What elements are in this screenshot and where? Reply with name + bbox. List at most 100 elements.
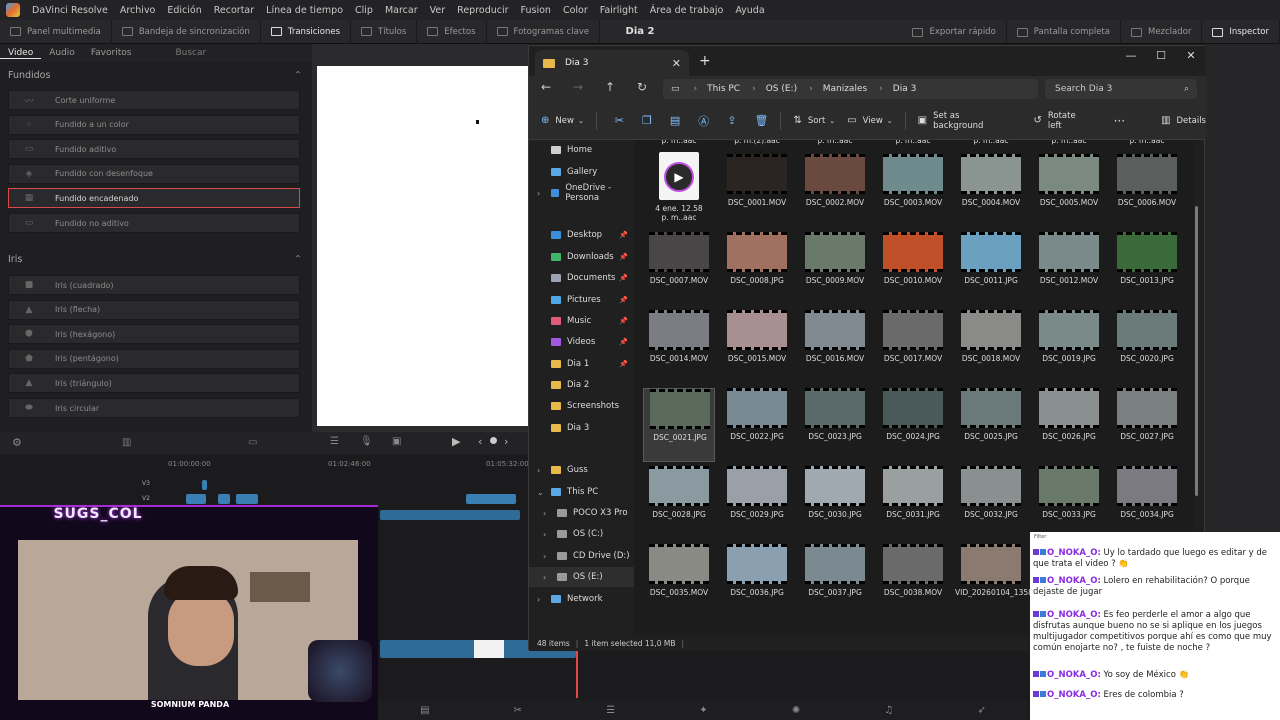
file-item[interactable]: DSC_0035.MOV bbox=[643, 544, 715, 618]
file-item[interactable]: DSC_0031.JPG bbox=[877, 466, 949, 540]
file-item[interactable]: DSC_0020.JPG bbox=[1111, 310, 1183, 384]
nav-item[interactable]: › CD Drive (D:) bbox=[529, 546, 634, 566]
delete-icon[interactable]: 🗑 bbox=[755, 114, 769, 127]
file-item[interactable]: DSC_0011.JPG bbox=[955, 232, 1027, 306]
chevron-right-icon[interactable]: › bbox=[543, 552, 546, 561]
pin-icon[interactable]: 📌 bbox=[619, 317, 628, 325]
pin-icon[interactable]: 📌 bbox=[619, 253, 628, 261]
file-item[interactable]: DSC_0028.JPG bbox=[643, 466, 715, 540]
chevron-right-icon[interactable]: › bbox=[537, 466, 540, 475]
nav-item[interactable]: Pictures 📌 bbox=[529, 290, 634, 310]
file-item[interactable]: DSC_0022.JPG bbox=[721, 388, 793, 462]
address-bar[interactable]: ▭ › This PC › OS (E:) › Manizales › Dia 3 bbox=[663, 79, 1038, 99]
file-item[interactable]: DSC_0023.JPG bbox=[799, 388, 871, 462]
file-item[interactable]: DSC_0034.JPG bbox=[1111, 466, 1183, 540]
transition-item[interactable]: ▭ Fundido aditivo bbox=[8, 139, 300, 160]
menu-item[interactable]: Clip bbox=[349, 5, 379, 16]
file-label[interactable]: p. m..aac bbox=[955, 140, 1027, 145]
breadcrumb-item[interactable]: Dia 3 bbox=[893, 84, 917, 94]
nav-item[interactable]: Music 📌 bbox=[529, 311, 634, 331]
section-fundidos[interactable]: Fundidos ⌃ bbox=[8, 70, 302, 81]
file-item[interactable]: DSC_0001.MOV bbox=[721, 154, 793, 228]
timeline-clip[interactable] bbox=[218, 494, 230, 504]
nav-item[interactable]: › POCO X3 Pro bbox=[529, 503, 634, 523]
nav-item[interactable]: Dia 1 📌 bbox=[529, 354, 634, 374]
section-iris[interactable]: Iris ⌃ bbox=[8, 254, 302, 265]
effects-tab[interactable]: Video bbox=[0, 48, 42, 59]
layout-icon[interactable]: ▥ bbox=[122, 437, 131, 448]
set-background-button[interactable]: ▣ Set as background bbox=[918, 111, 1012, 131]
chevron-up-icon[interactable]: ⌃ bbox=[294, 254, 302, 265]
menu-item[interactable]: Fairlight bbox=[594, 5, 644, 16]
cut-icon[interactable]: ✂ bbox=[615, 114, 624, 127]
file-item[interactable]: DSC_0009.MOV bbox=[799, 232, 871, 306]
media-page-icon[interactable]: ▤ bbox=[420, 705, 429, 716]
breadcrumb-item[interactable]: Manizales bbox=[823, 84, 867, 94]
nav-item[interactable]: Dia 3 bbox=[529, 418, 634, 438]
toolbar-button[interactable]: Títulos bbox=[351, 19, 418, 44]
file-item[interactable]: DSC_0007.MOV bbox=[643, 232, 715, 306]
file-item[interactable]: VID_20260104_135857.mp4 bbox=[955, 544, 1062, 618]
transition-item[interactable]: ▲ Iris (flecha) bbox=[8, 299, 300, 320]
file-item[interactable]: DSC_0018.MOV bbox=[955, 310, 1027, 384]
close-icon[interactable]: ✕ bbox=[1176, 46, 1206, 68]
sliders-icon[interactable]: ☰ bbox=[330, 436, 339, 447]
rename-icon[interactable]: Ⓐ bbox=[698, 113, 709, 129]
nav-item[interactable]: Documents 📌 bbox=[529, 268, 634, 288]
pin-icon[interactable]: 📌 bbox=[619, 338, 628, 346]
menu-item[interactable]: Archivo bbox=[114, 5, 162, 16]
pin-icon[interactable]: 📌 bbox=[619, 296, 628, 304]
nav-item[interactable]: Dia 2 bbox=[529, 375, 634, 395]
file-item[interactable]: DSC_0021.JPG bbox=[643, 388, 715, 462]
pin-icon[interactable]: 📌 bbox=[619, 274, 628, 282]
transition-item[interactable]: 〰 Corte uniforme bbox=[8, 90, 300, 110]
minimize-icon[interactable]: — bbox=[1116, 46, 1146, 68]
file-label[interactable]: p. m..aac bbox=[643, 140, 715, 145]
back-arrow-icon[interactable]: ← bbox=[541, 80, 551, 94]
fusion-page-icon[interactable]: ✦ bbox=[699, 705, 707, 716]
file-item[interactable]: DSC_0003.MOV bbox=[877, 154, 949, 228]
file-item[interactable]: DSC_0004.MOV bbox=[955, 154, 1027, 228]
more-options-icon[interactable]: ··· bbox=[1114, 114, 1125, 128]
new-button[interactable]: ⊕ New ⌄ bbox=[541, 115, 584, 126]
viewer-canvas[interactable] bbox=[317, 66, 529, 426]
edit-page-icon[interactable]: ☰ bbox=[606, 705, 615, 716]
menu-item[interactable]: Ayuda bbox=[729, 5, 770, 16]
file-item[interactable]: DSC_0037.JPG bbox=[799, 544, 871, 618]
file-item[interactable]: DSC_0016.MOV bbox=[799, 310, 871, 384]
menu-item[interactable]: Marcar bbox=[379, 5, 424, 16]
share-icon[interactable]: ⇪ bbox=[727, 114, 736, 127]
monitor-icon[interactable]: ▭ bbox=[248, 437, 257, 448]
file-label[interactable]: p. m..aac bbox=[1033, 140, 1105, 145]
menu-item[interactable]: Recortar bbox=[208, 5, 260, 16]
nav-item[interactable]: Gallery bbox=[529, 162, 634, 182]
close-tab-icon[interactable]: ✕ bbox=[672, 57, 681, 70]
pin-icon[interactable]: 📌 bbox=[619, 231, 628, 239]
chevron-up-icon[interactable]: ⌃ bbox=[294, 70, 302, 81]
menu-item[interactable]: Fusion bbox=[515, 5, 557, 16]
details-button[interactable]: ▥ Details bbox=[1161, 115, 1206, 126]
chevron-right-icon[interactable]: › bbox=[543, 573, 546, 582]
nav-item[interactable]: Desktop 📌 bbox=[529, 225, 634, 245]
play-icon[interactable]: ▶ bbox=[452, 435, 460, 448]
toolbar-button[interactable]: Transiciones bbox=[261, 19, 352, 44]
chevron-right-icon[interactable]: › bbox=[543, 530, 546, 539]
file-item[interactable]: DSC_0010.MOV bbox=[877, 232, 949, 306]
toolbar-right-button[interactable]: Pantalla completa bbox=[1007, 20, 1121, 44]
timeline-clip[interactable] bbox=[380, 510, 520, 520]
nav-item[interactable]: › OS (C:) bbox=[529, 524, 634, 544]
maximize-icon[interactable]: ☐ bbox=[1146, 46, 1176, 68]
microphone-icon[interactable]: 🎙 bbox=[360, 436, 373, 447]
toolbar-right-button[interactable]: Exportar rápido bbox=[902, 20, 1007, 44]
file-item[interactable]: DSC_0017.MOV bbox=[877, 310, 949, 384]
transition-item[interactable]: ▭ Fundido no aditivo bbox=[8, 213, 300, 233]
effects-search[interactable]: Buscar bbox=[175, 48, 206, 58]
menu-item[interactable]: DaVinci Resolve bbox=[26, 5, 114, 16]
breadcrumb-item[interactable]: This PC bbox=[707, 84, 740, 94]
file-item[interactable]: DSC_0014.MOV bbox=[643, 310, 715, 384]
nav-item[interactable]: Downloads 📌 bbox=[529, 247, 634, 267]
paste-icon[interactable]: ▤ bbox=[670, 114, 680, 127]
view-button[interactable]: ▭ View ⌄ bbox=[847, 115, 893, 126]
nav-item[interactable]: Videos 📌 bbox=[529, 332, 634, 352]
file-item[interactable]: DSC_0032.JPG bbox=[955, 466, 1027, 540]
